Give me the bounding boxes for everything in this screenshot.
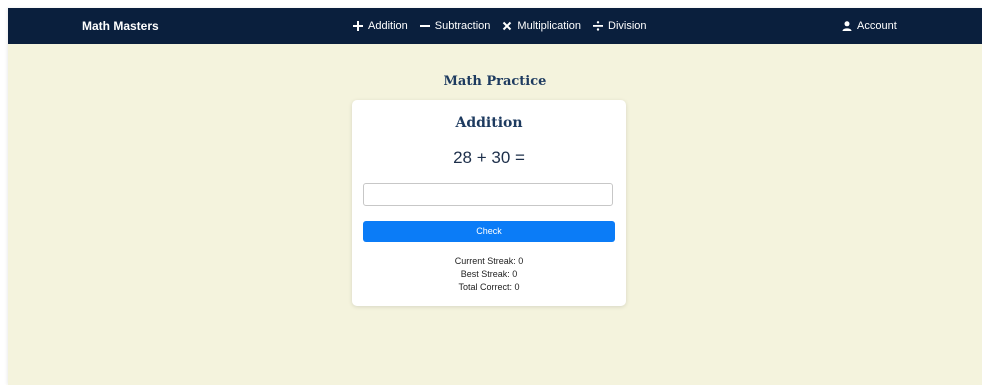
divide-icon <box>593 21 604 31</box>
math-problem: 28 + 30 = <box>453 148 525 167</box>
card-title: Addition <box>455 115 523 131</box>
stats-panel: Current Streak: 0 Best Streak: 0 Total C… <box>352 255 626 294</box>
practice-card: Addition 28 + 30 = Check Current Streak:… <box>352 100 626 306</box>
top-navbar: Math Masters Addition Subtraction Multip… <box>8 8 982 44</box>
page-title: Math Practice <box>443 74 547 89</box>
nav-subtraction-label: Subtraction <box>434 20 491 32</box>
best-streak: Best Streak: 0 <box>460 269 518 279</box>
nav-multiplication[interactable]: Multiplication <box>502 20 581 32</box>
nav-addition[interactable]: Addition <box>353 20 408 32</box>
user-icon <box>842 21 852 31</box>
total-correct: Total Correct: 0 <box>458 282 520 292</box>
page: Math Masters Addition Subtraction Multip… <box>8 8 982 385</box>
plus-icon <box>353 21 363 31</box>
nav-division-label: Division <box>608 20 647 32</box>
account-link[interactable]: Account <box>842 8 897 44</box>
nav-multiplication-label: Multiplication <box>517 20 582 32</box>
nav-links: Addition Subtraction Multiplication Divi… <box>353 8 647 44</box>
nav-division[interactable]: Division <box>593 20 647 32</box>
check-button[interactable]: Check <box>363 221 615 242</box>
nav-subtraction[interactable]: Subtraction <box>419 20 491 32</box>
brand-logo[interactable]: Math Masters <box>82 8 159 44</box>
answer-input[interactable] <box>363 183 613 206</box>
nav-addition-label: Addition <box>368 20 408 32</box>
account-label: Account <box>857 20 897 32</box>
times-icon <box>503 21 512 31</box>
minus-icon <box>419 25 430 27</box>
current-streak: Current Streak: 0 <box>454 256 524 266</box>
